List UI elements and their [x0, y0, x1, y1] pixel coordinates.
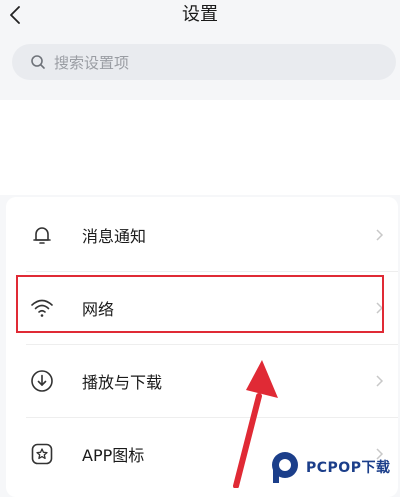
search-icon	[31, 55, 45, 69]
settings-item-playback-download[interactable]: 播放与下载	[6, 345, 398, 417]
download-icon	[31, 370, 53, 392]
search-input[interactable]: 搜索设置项	[12, 44, 396, 80]
settings-item-label: APP图标	[82, 446, 145, 465]
settings-item-network[interactable]: 网络	[6, 272, 398, 344]
chevron-right-icon	[376, 375, 384, 387]
settings-item-label: 播放与下载	[82, 373, 163, 392]
watermark: PCPOP下载	[270, 446, 400, 488]
header: 设置 搜索设置项	[0, 0, 400, 100]
chevron-right-icon	[376, 302, 384, 314]
search-placeholder: 搜索设置项	[54, 53, 130, 72]
content-spacer	[0, 100, 400, 195]
page-title: 设置	[182, 4, 218, 25]
settings-item-notifications[interactable]: 消息通知	[6, 199, 398, 271]
settings-item-label: 消息通知	[82, 227, 147, 246]
pcpop-logo-icon	[272, 452, 298, 483]
settings-item-label: 网络	[82, 300, 115, 319]
app-icon	[31, 443, 53, 465]
wifi-icon	[31, 299, 53, 317]
chevron-right-icon	[376, 229, 384, 241]
watermark-text: PCPOP下载	[306, 460, 391, 476]
bell-icon	[33, 227, 51, 244]
